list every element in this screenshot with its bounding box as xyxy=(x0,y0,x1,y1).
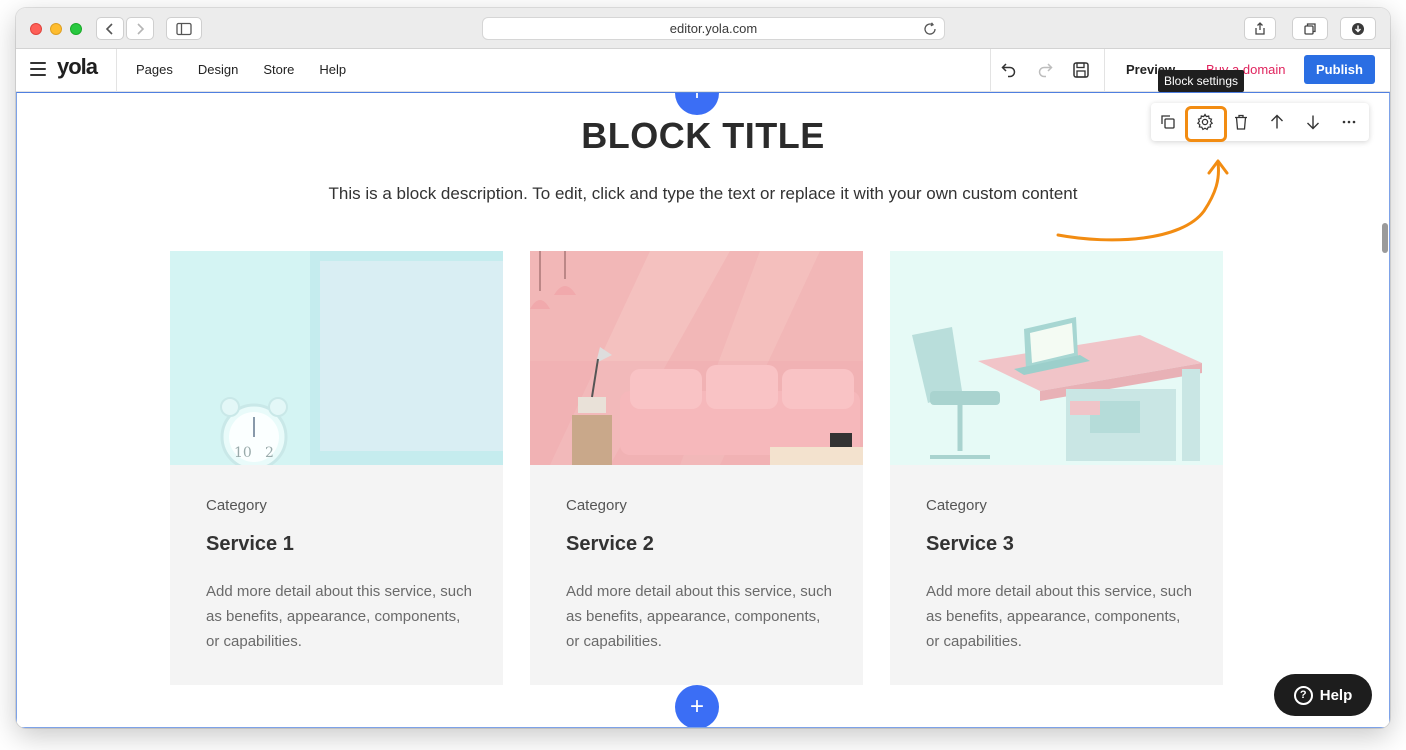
download-icon xyxy=(1352,22,1364,35)
add-block-below-button[interactable]: + xyxy=(675,685,719,727)
svg-text:2: 2 xyxy=(265,445,274,461)
page-scrollbar[interactable] xyxy=(1382,223,1388,253)
card-service-detail: Add more detail about this service, such… xyxy=(566,583,832,650)
service-card[interactable]: Category Service 3 Add more detail about… xyxy=(890,251,1223,685)
publish-button[interactable]: Publish xyxy=(1304,55,1375,84)
trash-icon[interactable] xyxy=(1232,113,1250,131)
card-service-detail: Add more detail about this service, such… xyxy=(206,583,472,650)
url-text: editor.yola.com xyxy=(669,21,758,36)
card-service-title: Service 1 xyxy=(206,533,294,555)
browser-window: editor.yola.com yola Pages Design Store … xyxy=(16,8,1390,728)
reload-icon[interactable] xyxy=(922,21,938,37)
annotation-arrow xyxy=(1056,159,1229,242)
chevron-right-icon xyxy=(137,22,145,35)
card-service-title: Service 3 xyxy=(926,533,1014,555)
close-window-button[interactable] xyxy=(30,23,42,35)
zoom-window-button[interactable] xyxy=(70,23,82,35)
add-block-above-button[interactable]: + xyxy=(675,92,719,115)
toolbar-divider xyxy=(116,49,117,92)
plus-icon: + xyxy=(689,693,704,720)
back-button[interactable] xyxy=(96,17,124,40)
card-service-detail: Add more detail about this service, such… xyxy=(926,583,1192,650)
service-card[interactable]: Category Service 2 Add more detail about… xyxy=(530,251,863,685)
toolbar-divider xyxy=(990,49,991,92)
card-category: Category xyxy=(566,497,627,514)
editor-canvas: + BLOCK TITLE This is a block descriptio… xyxy=(16,92,1390,728)
help-button[interactable]: ? Help xyxy=(1274,674,1372,716)
yola-logo: yola xyxy=(57,54,98,79)
card-image-desk[interactable] xyxy=(890,251,1223,465)
tabs-icon xyxy=(1304,22,1316,35)
toolbar-divider xyxy=(1104,49,1105,92)
duplicate-icon[interactable] xyxy=(1159,113,1177,131)
service-card[interactable]: 10 2 Category Service 1 Add more detail … xyxy=(170,251,503,685)
arrow-up-icon[interactable] xyxy=(1268,113,1286,131)
arrow-down-icon[interactable] xyxy=(1304,113,1322,131)
share-icon xyxy=(1255,21,1265,35)
chevron-left-icon xyxy=(105,22,113,35)
share-button[interactable] xyxy=(1244,17,1276,40)
help-label: Help xyxy=(1319,686,1353,704)
card-service-title: Service 2 xyxy=(566,533,654,555)
sidebar-toggle-button[interactable] xyxy=(166,17,202,40)
card-image-sofa[interactable] xyxy=(530,251,863,465)
tabs-button[interactable] xyxy=(1292,17,1328,40)
hamburger-menu-icon[interactable] xyxy=(30,62,46,76)
downloads-button[interactable] xyxy=(1340,17,1376,40)
settings-highlight-box xyxy=(1185,106,1227,142)
card-image-clock[interactable]: 10 2 xyxy=(170,251,503,465)
forward-button[interactable] xyxy=(126,17,154,40)
save-icon[interactable] xyxy=(1072,61,1090,79)
minimize-window-button[interactable] xyxy=(50,23,62,35)
redo-icon[interactable] xyxy=(1036,61,1054,79)
more-icon[interactable] xyxy=(1340,113,1358,131)
editor-menu: Pages Design Store Help xyxy=(136,62,346,77)
menu-store[interactable]: Store xyxy=(263,62,294,77)
block-toolbar xyxy=(1151,103,1369,141)
address-bar[interactable]: editor.yola.com xyxy=(482,17,945,40)
block-settings-tooltip: Block settings xyxy=(1158,70,1245,92)
browser-titlebar: editor.yola.com xyxy=(16,8,1390,49)
menu-help[interactable]: Help xyxy=(319,62,346,77)
card-category: Category xyxy=(926,497,987,514)
plus-icon: + xyxy=(689,92,704,106)
menu-design[interactable]: Design xyxy=(198,62,238,77)
question-icon: ? xyxy=(1293,685,1313,705)
menu-pages[interactable]: Pages xyxy=(136,62,173,77)
undo-icon[interactable] xyxy=(1000,61,1018,79)
svg-text:10: 10 xyxy=(234,445,252,461)
sidebar-icon xyxy=(176,22,192,35)
card-category: Category xyxy=(206,497,267,514)
